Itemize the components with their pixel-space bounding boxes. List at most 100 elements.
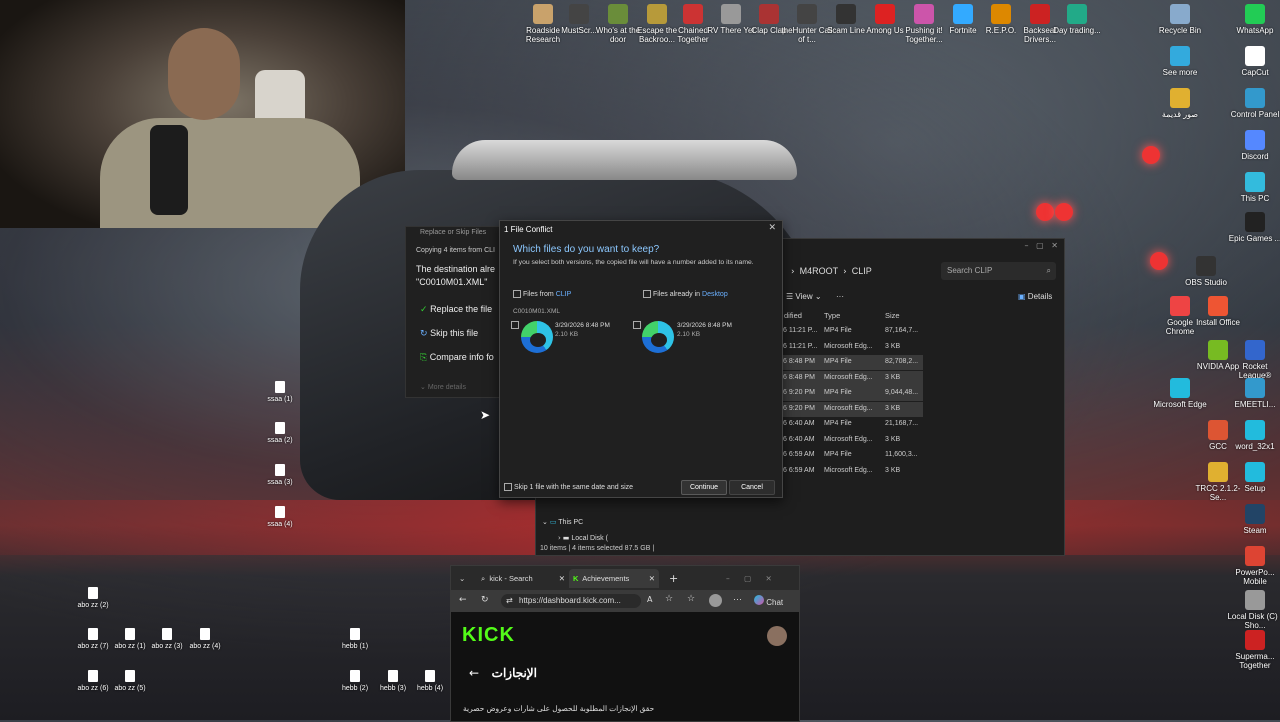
desktop-shortcut[interactable]: See more [1152, 46, 1208, 77]
replace-option[interactable]: ✓ Replace the file [420, 304, 492, 315]
maximize-icon[interactable]: ▢ [744, 574, 751, 583]
tree-this-pc[interactable]: ⌄ ▭ This PC [542, 518, 583, 526]
desktop-shortcut[interactable]: Day trading... [1049, 4, 1105, 35]
desktop-file[interactable]: abo zz (2) [76, 587, 110, 609]
skip-option[interactable]: ↻ Skip this file [420, 328, 478, 339]
close-icon[interactable]: ✕ [1051, 241, 1058, 250]
desktop-shortcut[interactable]: Control Panel [1227, 88, 1280, 119]
checkbox[interactable] [513, 290, 521, 298]
desktop-shortcut[interactable]: EMEETLI... [1227, 378, 1280, 409]
checkbox[interactable] [504, 483, 512, 491]
desktop-file[interactable]: abo zz (5) [113, 670, 147, 692]
files-from-checkbox[interactable]: Files from CLIP [513, 290, 571, 298]
details-button[interactable]: ▣ Details [1018, 292, 1052, 301]
minimize-icon[interactable]: – [1024, 241, 1028, 250]
right-file-size: 2.10 KB [677, 331, 701, 338]
more-menu-icon[interactable]: ··· [733, 594, 742, 604]
desktop-shortcut[interactable]: Setup [1227, 462, 1280, 493]
checkbox[interactable] [633, 321, 641, 329]
desktop-file[interactable]: ssaa (4) [263, 506, 297, 528]
breadcrumb-clip[interactable]: CLIP [852, 266, 872, 276]
more-details-toggle[interactable]: ⌄ More details [420, 383, 466, 391]
skip-same-checkbox[interactable]: Skip 1 file with the same date and size [504, 483, 633, 491]
desktop-file[interactable]: ssaa (3) [263, 464, 297, 486]
close-icon[interactable]: ✕ [649, 569, 655, 588]
favorite-star-icon[interactable]: ☆ [665, 594, 673, 604]
files-already-checkbox[interactable]: Files already in Desktop [643, 290, 728, 298]
desktop-shortcut[interactable]: Epic Games ... [1227, 212, 1280, 243]
table-row[interactable]: 6 11:21 P... MP4 File 87,164,7... [783, 324, 923, 339]
column-type[interactable]: Type [824, 311, 840, 320]
desktop-shortcut[interactable]: Steam [1227, 504, 1280, 535]
close-icon[interactable]: ✕ [765, 574, 771, 583]
kick-logo[interactable]: KICK [462, 624, 515, 647]
url-input[interactable]: ⇄ https://dashboard.kick.com... [501, 594, 641, 608]
desktop-file[interactable]: abo zz (3) [150, 628, 184, 650]
left-file-checkbox[interactable] [511, 321, 521, 329]
minimize-icon[interactable]: – [726, 574, 730, 583]
desktop-file[interactable]: hebb (2) [338, 670, 372, 692]
desktop-shortcut[interactable]: CapCut [1227, 46, 1280, 77]
checkbox[interactable] [511, 321, 519, 329]
desktop-shortcut[interactable]: OBS Studio [1178, 256, 1234, 287]
desktop-file[interactable]: abo zz (1) [113, 628, 147, 650]
table-row[interactable]: 6 6:59 AM MP4 File 11,600,3... [783, 448, 923, 463]
desktop-shortcut[interactable]: WhatsApp [1227, 4, 1280, 35]
desktop-shortcut[interactable]: PowerPo... Mobile [1227, 546, 1280, 586]
new-tab-icon[interactable]: + [669, 569, 678, 588]
back-arrow-icon[interactable]: ← [469, 666, 479, 680]
desktop-shortcut[interactable]: Microsoft Edge [1152, 378, 1208, 409]
tab-kick-search[interactable]: ⌕ kick - Search ✕ [481, 569, 565, 588]
back-icon[interactable]: ← [459, 595, 467, 605]
continue-button[interactable]: Continue [681, 480, 727, 495]
tree-local-disk[interactable]: › ▬ Local Disk ( [558, 534, 608, 542]
search-input[interactable]: Search CLIP ⌕ [941, 262, 1056, 280]
cancel-button[interactable]: Cancel [729, 480, 775, 495]
desktop-file[interactable]: hebb (3) [376, 670, 410, 692]
desktop-shortcut[interactable]: Install Office [1190, 296, 1246, 327]
table-row[interactable]: 6 9:20 PM Microsoft Edg... 3 KB [783, 401, 923, 417]
app-icon [1067, 4, 1087, 24]
desktop-file[interactable]: ssaa (2) [263, 422, 297, 444]
desktop-file[interactable]: abo zz (7) [76, 628, 110, 650]
desktop-file[interactable]: abo zz (4) [188, 628, 222, 650]
desktop-shortcut[interactable]: Discord [1227, 130, 1280, 161]
desktop-shortcut[interactable]: word_32x1 [1227, 420, 1280, 451]
maximize-icon[interactable]: ▢ [1036, 241, 1044, 250]
read-aloud-icon[interactable]: A [647, 595, 652, 604]
tab-actions-icon[interactable]: ⌄ [459, 569, 473, 588]
desktop-file[interactable]: hebb (1) [338, 628, 372, 650]
desktop-shortcut[interactable]: Local Disk (C) - Sho... [1227, 590, 1280, 630]
desktop-file[interactable]: ssaa (1) [263, 381, 297, 403]
tab-achievements[interactable]: K Achievements ✕ [569, 569, 659, 588]
right-file-checkbox[interactable] [633, 321, 643, 329]
checkbox[interactable] [643, 290, 651, 298]
column-modified[interactable]: dified [784, 311, 802, 320]
breadcrumb-m4root[interactable]: M4ROOT [800, 266, 839, 276]
table-row[interactable]: 6 6:40 AM Microsoft Edg... 3 KB [783, 433, 923, 448]
table-row[interactable]: 6 8:48 PM Microsoft Edg... 3 KB [783, 370, 923, 386]
copilot-chat-button[interactable]: Chat [754, 595, 783, 607]
close-icon[interactable]: ✕ [768, 223, 776, 233]
desktop-shortcut[interactable]: Superma... Together [1227, 630, 1280, 670]
table-row[interactable]: 6 6:59 AM Microsoft Edg... 3 KB [783, 464, 923, 479]
profile-avatar[interactable] [709, 594, 722, 607]
desktop-file[interactable]: abo zz (6) [76, 670, 110, 692]
user-avatar[interactable] [767, 626, 787, 646]
table-row[interactable]: 6 11:21 P... Microsoft Edg... 3 KB [783, 340, 923, 355]
table-row[interactable]: 6 8:48 PM MP4 File 82,708,2... [783, 355, 923, 370]
collections-icon[interactable]: ☆ [687, 594, 695, 604]
table-row[interactable]: 6 6:40 AM MP4 File 21,168,7... [783, 417, 923, 432]
compare-option[interactable]: ⎘ Compare info fo [420, 352, 494, 363]
desktop-shortcut[interactable]: Recycle Bin [1152, 4, 1208, 35]
desktop-shortcut[interactable]: Rocket League® [1227, 340, 1280, 380]
refresh-icon[interactable]: ↻ [481, 595, 489, 605]
column-size[interactable]: Size [885, 311, 900, 320]
desktop-file[interactable]: hebb (4) [413, 670, 447, 692]
desktop-shortcut[interactable]: This PC [1227, 172, 1280, 203]
close-icon[interactable]: ✕ [559, 569, 565, 588]
view-button[interactable]: ☰ View ⌄ [786, 292, 822, 301]
desktop-shortcut[interactable]: صور قديمة [1152, 88, 1208, 119]
more-options-button[interactable]: ··· [836, 292, 844, 301]
table-row[interactable]: 6 9:20 PM MP4 File 9,044,48... [783, 386, 923, 401]
